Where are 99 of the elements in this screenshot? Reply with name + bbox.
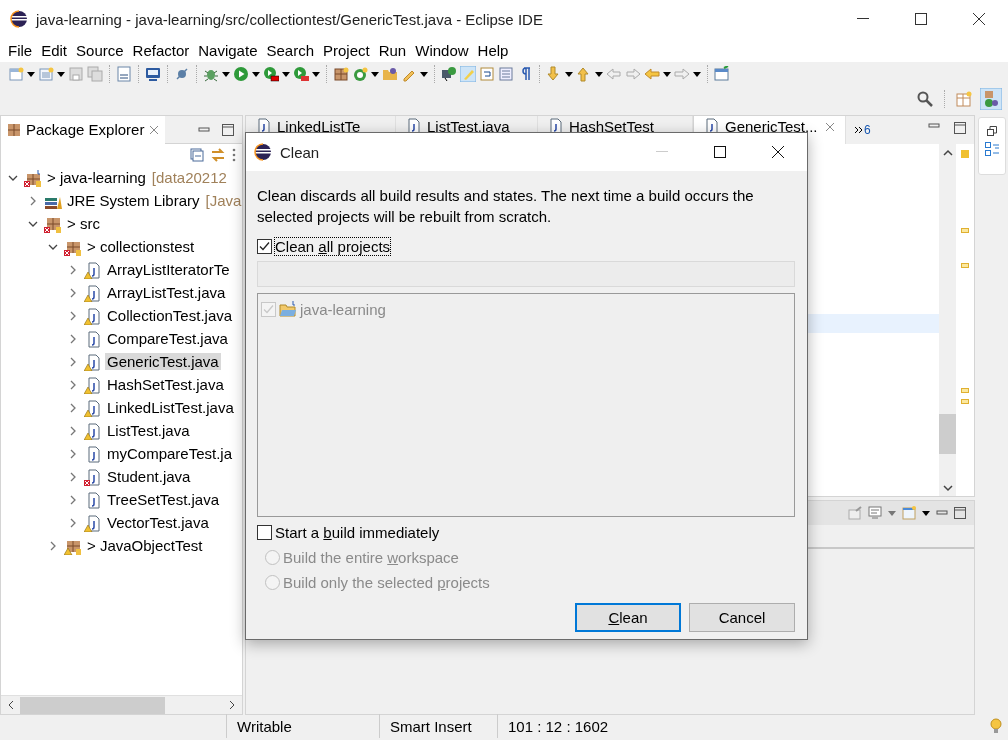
dropdown-arrow-icon[interactable] [693,71,701,77]
wrap-icon[interactable] [479,66,495,82]
checkbox[interactable] [257,524,272,540]
restore-icon[interactable] [986,126,997,136]
dropdown-arrow-icon[interactable] [282,71,290,77]
tree-item[interactable]: HashSetTest.java [105,376,226,393]
tree-item[interactable]: LinkedListTest.java [105,399,236,416]
collapse-all-icon[interactable] [190,148,204,162]
menu-item[interactable]: Edit [37,41,72,59]
run-coverage-icon[interactable] [263,66,279,82]
menu-item[interactable]: Source [72,41,128,59]
tree-item[interactable]: ArrayListIteratorTe [105,261,232,278]
dropdown-arrow-icon[interactable] [252,71,260,77]
menu-item[interactable]: Help [473,41,513,59]
dropdown-arrow-icon[interactable] [57,71,65,77]
maximize-icon[interactable] [954,507,966,519]
tree-item-decoration: [Java [205,192,242,209]
search-icon[interactable] [917,91,933,107]
maximize-icon[interactable] [714,146,726,158]
clean-button[interactable]: Clean [575,603,681,632]
dropdown-arrow-icon[interactable] [222,71,230,77]
scrollbar-thumb[interactable] [939,414,956,454]
checkbox-label[interactable]: Start a build immediately [275,523,440,541]
tree-item[interactable]: myCompareTest.ja [105,445,235,462]
annotation-marker-icon [961,388,969,393]
open-window-icon[interactable] [714,66,730,82]
dropdown-arrow-icon[interactable] [27,71,35,77]
link-icon[interactable] [210,148,226,162]
maximize-icon[interactable] [222,123,234,136]
run-icon[interactable] [233,66,249,82]
scroll-up-icon[interactable] [941,148,954,156]
tree-item-decoration: [data20212 [151,169,227,186]
outline-icon[interactable] [984,142,999,156]
tree-item[interactable]: TreeSetTest.java [105,491,221,508]
double-chevron-icon[interactable] [854,126,863,134]
tree-item[interactable]: > JavaObjectTest [85,537,205,554]
new-class-icon[interactable] [352,66,368,82]
close-icon[interactable] [973,13,985,25]
dropdown-arrow-icon[interactable] [420,71,428,77]
menu-item[interactable]: Search [262,41,318,59]
tab-overflow-button[interactable]: 6 [846,116,879,144]
package-icon [7,122,21,137]
menu-item[interactable]: Run [374,41,411,59]
run-external-icon[interactable] [293,66,309,82]
breakpoint-icon[interactable] [174,66,190,82]
project-folder-icon [279,301,297,317]
new-window-icon[interactable] [902,506,916,520]
dropdown-arrow-icon[interactable] [312,71,320,77]
window-title: java-learning - java-learning/src/collectiontest/GenericTest.java - Eclipse IDE [36,10,544,28]
overview-marker-icon [961,150,969,158]
close-icon[interactable] [772,146,784,158]
annotation-marker-icon [961,399,969,404]
tree-item[interactable]: Student.java [105,468,193,485]
eclipse-logo-icon [254,143,272,161]
tree-item[interactable]: JRE System Library [65,192,202,209]
tree-item[interactable]: ListTest.java [105,422,192,439]
status-text: 101 : 12 : 1602 [497,714,619,738]
menu-item[interactable]: Window [411,41,473,59]
annotation-marker-icon [961,263,969,268]
minimize-icon[interactable] [857,18,869,20]
status-text: Smart Insert [379,714,497,738]
tree-item[interactable]: CompareTest.java [105,330,230,347]
scroll-down-icon[interactable] [941,484,954,492]
display-icon[interactable] [868,506,882,520]
tree-item[interactable]: VectorTest.java [105,514,211,531]
tree-item[interactable]: > collectionstest [85,238,197,255]
lightbulb-icon [990,718,1002,734]
maximize-icon[interactable] [915,13,927,25]
dropdown-arrow-icon[interactable] [595,71,603,77]
menu-item[interactable]: Project [319,41,374,59]
tree-item[interactable]: GenericTest.java [105,353,221,370]
annotation-marker-icon [961,228,969,233]
dropdown-arrow-icon[interactable] [371,71,379,77]
dropdown-arrow-icon[interactable] [922,510,930,516]
menu-item[interactable]: File [4,41,37,59]
cancel-button[interactable]: Cancel [689,603,795,632]
status-text: Writable [226,714,379,738]
tree-item[interactable]: CollectionTest.java [105,307,235,324]
dropdown-arrow-icon[interactable] [663,71,671,77]
scrollbar-thumb[interactable] [20,696,165,714]
new-package-icon[interactable] [333,66,349,82]
tree-item[interactable]: ArrayListTest.java [105,284,228,301]
monitor-icon[interactable] [145,66,161,82]
checkbox[interactable] [257,238,272,254]
checkbox-label[interactable]: Clean all projects [275,237,391,255]
dialog-title: Clean [280,143,321,161]
dropdown-arrow-icon[interactable] [565,71,573,77]
dialog-description: Clean discards all build results and states. The next time a build occurs the selected projects will be rebuilt from scratch. [257,186,755,227]
menu-item[interactable]: Navigate [194,41,262,59]
pin-icon[interactable] [848,506,862,520]
open-folder-icon[interactable] [382,66,398,82]
java-perspective-icon[interactable] [980,88,1002,110]
view-menu-icon[interactable] [232,148,236,162]
tree-item[interactable]: > src [65,215,102,232]
view-tab[interactable]: Package Explorer [1,115,166,144]
menu-item[interactable]: Refactor [128,41,194,59]
eclipse-logo-icon [10,10,28,28]
tree-item[interactable]: > java-learning [45,169,148,186]
maximize-icon[interactable] [954,122,966,134]
